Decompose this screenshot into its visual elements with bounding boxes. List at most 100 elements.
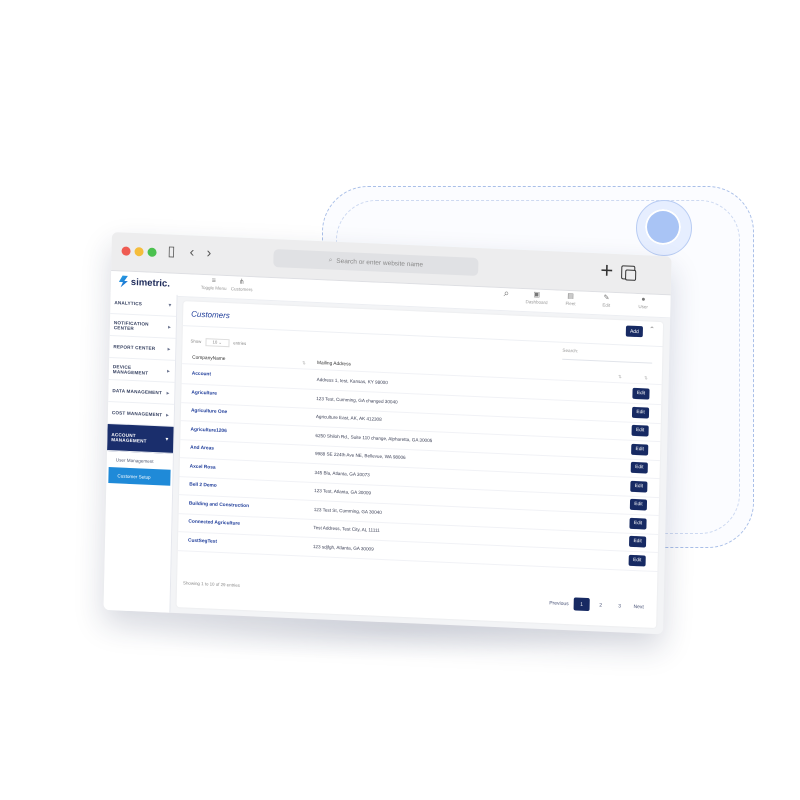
edit-button[interactable]: Edit — [631, 424, 649, 437]
sidebar-subitem-customer-setup[interactable]: Customer Setup — [108, 467, 171, 486]
chevron-right-icon: ▸ — [167, 346, 171, 353]
company-name-cell[interactable]: Agriculture — [191, 390, 217, 396]
sidebar-item-data-management[interactable]: DATA MANAGEMENT ▸ — [108, 379, 175, 405]
edit-button[interactable]: Edit — [629, 517, 647, 530]
edit-button[interactable]: Edit — [628, 554, 646, 567]
sidebar-item-label: DATA MANAGEMENT — [112, 388, 163, 396]
pagination: Previous 1 2 3 Next — [547, 596, 647, 613]
edit-button[interactable]: Edit — [630, 461, 648, 474]
sort-icon[interactable]: ⇅ — [302, 360, 306, 366]
pagination-previous[interactable]: Previous — [547, 596, 571, 610]
minimize-window-button[interactable] — [134, 246, 144, 257]
column-header-company[interactable]: CompanyName — [192, 356, 225, 362]
edit-button[interactable]: Edit — [631, 406, 650, 419]
entries-label: entries — [233, 340, 247, 346]
sidebar-subitem-label: User Management — [115, 456, 154, 464]
chevron-right-icon: ▸ — [166, 390, 170, 397]
company-name-cell[interactable]: CustSegTest — [188, 538, 217, 544]
sidebar-toggle-icon[interactable]: ▯ — [167, 242, 175, 259]
sidebar-item-label: DEVICE MANAGEMENT — [112, 363, 149, 376]
hamburger-icon: ≡ — [211, 277, 216, 285]
user-menu-button[interactable]: ● User — [638, 296, 648, 310]
fleet-label: Fleet — [565, 300, 576, 307]
row-divider — [178, 512, 659, 535]
sort-icon[interactable]: ⇅ — [618, 374, 622, 380]
mailing-address-cell: 6250 Shiloh Rd., Suite 110 change, Alpha… — [315, 432, 433, 443]
company-name-cell[interactable]: Building and Construction — [189, 501, 249, 509]
sidebar-item-label: REPORT CENTER — [113, 344, 156, 351]
chevron-down-icon: ▾ — [165, 436, 169, 443]
customers-nav-button[interactable]: ⋔ Customers — [231, 278, 253, 293]
table-info: Showing 1 to 10 of 29 entries — [183, 580, 240, 588]
page-length-value: 10 — [212, 339, 218, 345]
dashboard-label: Dashboard — [525, 299, 548, 306]
sidebar-item-cost-management[interactable]: COST MANAGEMENT ▸ — [107, 401, 175, 427]
add-customer-button[interactable]: Add — [625, 325, 643, 338]
edit-button[interactable]: Edit — [632, 387, 650, 400]
page-length-control: Show 10 ⌄ entries — [190, 338, 246, 348]
logo-text: simetric. — [130, 276, 171, 290]
sidebar-item-account-management[interactable]: ACCOUNT MANAGEMENT ▾ — [107, 423, 174, 454]
row-divider — [181, 383, 662, 406]
fleet-button[interactable]: ▤ Fleet — [565, 293, 575, 307]
company-name-cell[interactable]: Connected Agriculture — [188, 520, 240, 527]
mailing-address-cell: 123 Test, Atlanta, GA 30009 — [314, 488, 372, 496]
pagination-page-3[interactable]: 3 — [612, 599, 628, 613]
column-header-address[interactable]: Mailing Address — [317, 361, 351, 367]
close-window-button[interactable] — [121, 246, 131, 256]
forward-icon[interactable]: › — [206, 244, 211, 260]
company-name-cell[interactable]: Agriculture One — [191, 409, 227, 416]
sidebar-item-label: NOTIFICATION CENTER — [113, 319, 149, 331]
toggle-menu-button[interactable]: ≡ Toggle Menu — [201, 277, 227, 292]
sidebar-item-device-management[interactable]: DEVICE MANAGEMENT ▸ — [108, 357, 176, 383]
sidebar-item-report-center[interactable]: REPORT CENTER ▸ — [109, 335, 176, 361]
search-icon: ⌕ — [328, 256, 333, 264]
collapse-icon[interactable]: ⌃ — [649, 326, 655, 334]
tools-button[interactable]: ✎ Edit — [602, 294, 610, 308]
pagination-next[interactable]: Next — [630, 600, 646, 614]
address-bar[interactable]: ⌕ Search or enter website name — [273, 249, 479, 277]
edit-button[interactable]: Edit — [631, 443, 649, 456]
company-name-cell[interactable]: Axcel Rosa — [190, 464, 216, 470]
edit-button[interactable]: Edit — [630, 480, 648, 493]
toggle-menu-label: Toggle Menu — [200, 284, 227, 292]
company-name-cell[interactable]: And Areas — [190, 446, 214, 452]
edit-button[interactable]: Edit — [629, 498, 648, 511]
sidebar-item-label: COST MANAGEMENT — [111, 410, 163, 418]
edit-button[interactable]: Edit — [628, 535, 647, 548]
mailing-address-cell: 345 Bla, Atlanta, GA 30073 — [314, 469, 370, 477]
company-name-cell[interactable]: Account — [192, 372, 211, 378]
mailing-address-cell: 123 Test, Cumming, GA changed 30040 — [316, 395, 398, 405]
mailing-address-cell: Agriculture East, AK, AK 412308 — [315, 414, 382, 422]
mailing-address-cell: 9988 SE 224th Ave NE, Bellevue, WA 98006 — [314, 451, 406, 460]
row-divider — [181, 401, 661, 424]
chevron-right-icon: ▸ — [168, 324, 171, 331]
new-tab-button[interactable]: + — [600, 257, 613, 284]
company-name-cell[interactable]: Agriculture1206 — [190, 427, 226, 434]
customers-nav-label: Customers — [230, 286, 253, 293]
sidebar-subitem-label: Customer Setup — [117, 472, 151, 480]
dashboard-button[interactable]: ▣ Dashboard — [525, 291, 547, 306]
maximize-window-button[interactable] — [147, 247, 157, 257]
tabs-overview-icon[interactable] — [621, 265, 636, 280]
divider — [182, 325, 663, 348]
sort-icon[interactable]: ⇅ — [644, 375, 648, 381]
pagination-page-2[interactable]: 2 — [593, 598, 609, 612]
company-name-cell[interactable]: Bell 2 Demo — [189, 483, 217, 489]
header-search-button[interactable]: ⌕ — [504, 288, 510, 299]
mailing-address-cell: 123 Test St, Cumming, GA 30040 — [313, 506, 382, 515]
show-label: Show — [190, 338, 202, 344]
search-input[interactable]: Search: — [562, 347, 653, 364]
logo[interactable]: simetric. — [119, 275, 170, 289]
address-placeholder: Search or enter website name — [336, 257, 424, 269]
page-length-select[interactable]: 10 ⌄ — [205, 338, 230, 348]
user-label: User — [638, 304, 649, 310]
sidebar-item-analytics[interactable]: ANALYTICS ▾ — [110, 291, 177, 317]
sidebar-item-notification-center[interactable]: NOTIFICATION CENTER ▸ — [109, 313, 177, 339]
back-icon[interactable]: ‹ — [189, 243, 194, 259]
mailing-address-cell: 123 sdjfgh, Atlanta, GA 30009 — [312, 543, 374, 552]
pagination-page-1[interactable]: 1 — [573, 597, 590, 612]
row-divider — [179, 457, 660, 480]
main-content: Customers Add ⌃ Show 10 ⌄ entries Search… — [169, 295, 670, 634]
chevron-down-icon: ▾ — [168, 302, 172, 309]
